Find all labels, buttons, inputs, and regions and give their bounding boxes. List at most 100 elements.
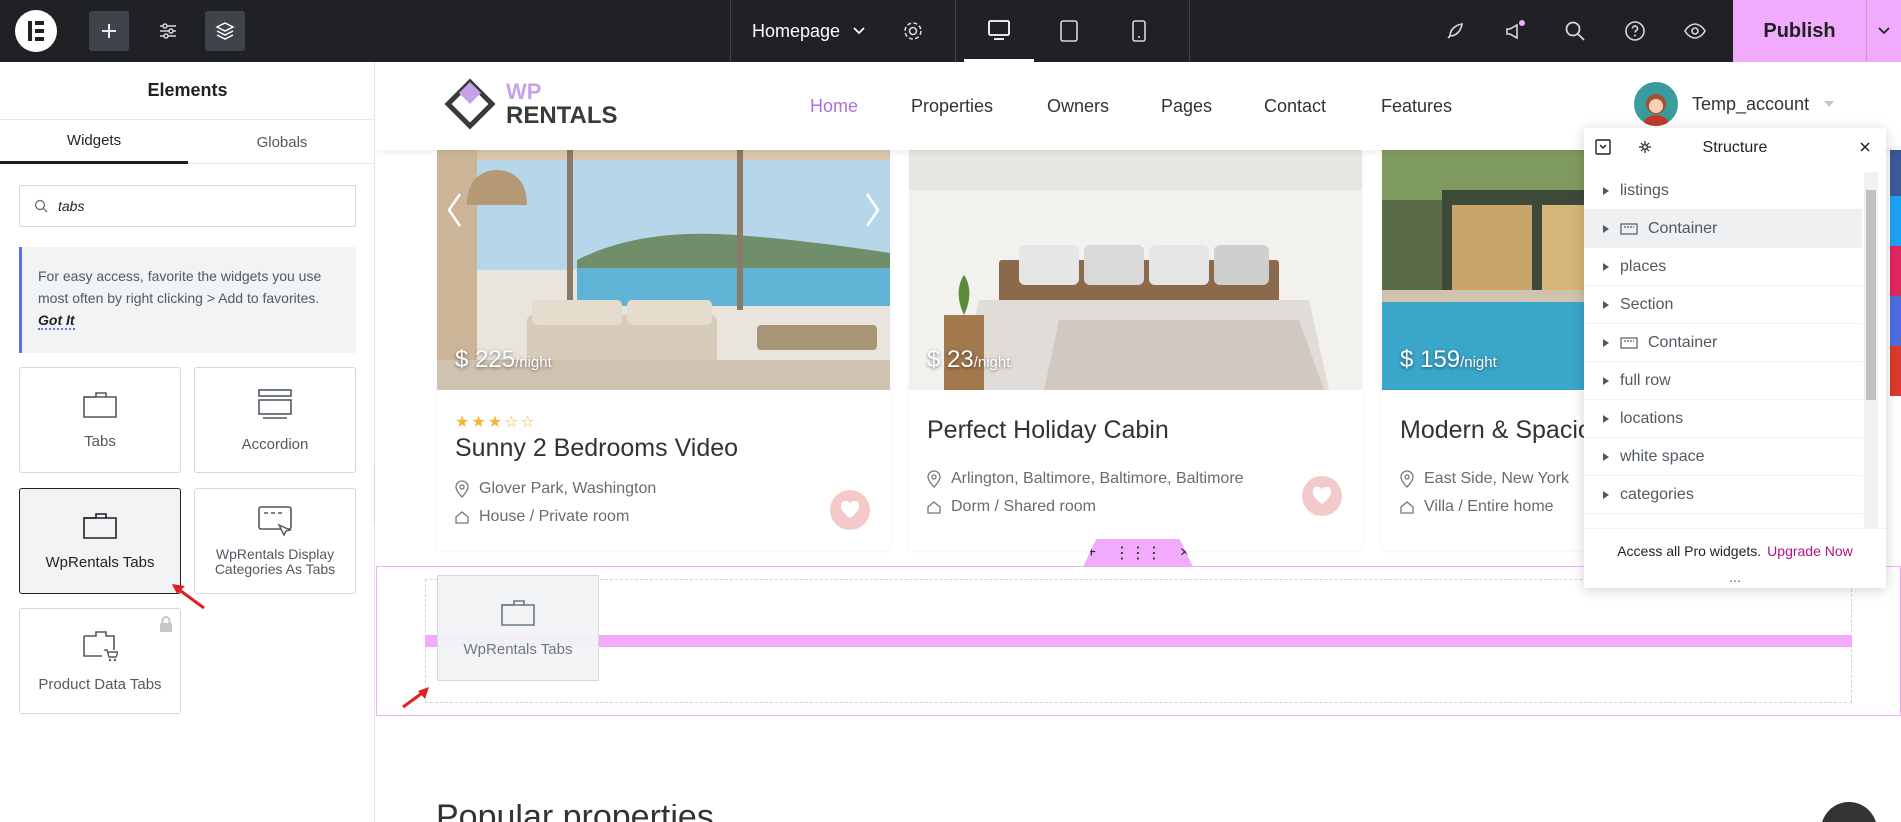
container-icon (1620, 336, 1638, 349)
property-title[interactable]: Perfect Holiday Cabin (927, 416, 1169, 445)
heart-icon (840, 501, 860, 518)
nav-pages[interactable]: Pages (1161, 62, 1212, 150)
favorite-button[interactable] (1302, 476, 1342, 516)
structure-panel: Structure listings Container places Sect… (1584, 128, 1886, 588)
tab-widgets[interactable]: Widgets (0, 120, 188, 164)
structure-item-label: Container (1648, 219, 1718, 237)
location-text: Arlington, Baltimore, Baltimore, Baltimo… (951, 470, 1244, 487)
widget-product-data-tabs[interactable]: Product Data Tabs (19, 608, 181, 714)
desktop-view-button[interactable] (964, 0, 1034, 62)
social-messenger[interactable] (1890, 296, 1901, 346)
search-icon (34, 199, 48, 213)
structure-item-section[interactable]: Section (1584, 286, 1862, 324)
social-pinterest[interactable] (1890, 246, 1901, 296)
structure-button[interactable] (205, 11, 245, 51)
publish-options-button[interactable] (1866, 0, 1901, 62)
nav-contact[interactable]: Contact (1264, 62, 1326, 150)
type-text: House / Private room (479, 508, 630, 525)
slider-prev-button[interactable] (445, 190, 465, 230)
got-it-link[interactable]: Got It (38, 312, 75, 330)
rocket-icon (1447, 23, 1463, 39)
product-tabs-icon (83, 630, 118, 661)
structure-item-full-row[interactable]: full row (1584, 362, 1862, 400)
category-tabs-icon (258, 506, 293, 537)
wprentals-logo-icon (444, 78, 496, 130)
caret-right-icon (1603, 186, 1609, 195)
help-button[interactable] (1615, 11, 1655, 51)
scrollbar-thumb[interactable] (1866, 190, 1876, 400)
location-text: Glover Park, Washington (479, 480, 657, 497)
accordion-icon (258, 388, 292, 419)
widget-accordion[interactable]: Accordion (194, 367, 356, 473)
upgrade-now-link[interactable]: Upgrade Now (1767, 543, 1853, 559)
site-logo[interactable]: WP RENTALS (444, 78, 618, 130)
caret-right-icon (1603, 224, 1609, 233)
tip-text: For easy access, favorite the widgets yo… (38, 268, 322, 306)
caret-right-icon (1603, 300, 1609, 309)
mobile-view-button[interactable] (1104, 0, 1174, 62)
widget-wprentals-category-tabs[interactable]: WpRentals Display Categories As Tabs (194, 488, 356, 594)
structure-item-container[interactable]: Container (1584, 210, 1862, 248)
layers-icon (215, 22, 235, 40)
property-title[interactable]: Sunny 2 Bedrooms Video (455, 434, 738, 463)
price-unit: /night (515, 354, 552, 371)
search-input[interactable] (58, 198, 338, 214)
structure-item-categories[interactable]: categories (1584, 476, 1862, 514)
tab-globals[interactable]: Globals (188, 120, 376, 164)
launchpad-button[interactable] (1435, 11, 1475, 51)
page-settings-button[interactable] (893, 11, 933, 51)
structure-item-white-space[interactable]: white space (1584, 438, 1862, 476)
social-twitter[interactable] (1890, 196, 1901, 246)
page-selector[interactable]: Homepage (752, 0, 866, 62)
megaphone-icon (1506, 20, 1525, 40)
drag-section-handle[interactable]: ⋮⋮⋮ (1114, 543, 1162, 563)
property-location: Glover Park, Washington (455, 480, 656, 498)
nav-owners[interactable]: Owners (1047, 62, 1109, 150)
map-pin-icon (1400, 470, 1414, 488)
elementor-logo-icon[interactable] (15, 10, 57, 52)
resize-handle[interactable]: ... (1584, 570, 1886, 588)
widget-tabs[interactable]: Tabs (19, 367, 181, 473)
widget-label: Tabs (84, 432, 116, 450)
property-card[interactable]: $ 23/night Perfect Holiday Cabin Arlingt… (909, 150, 1362, 550)
caret-right-icon (1603, 376, 1609, 385)
rating-stars: ★★★☆☆ (455, 414, 537, 431)
collapse-icon (1595, 139, 1611, 155)
slider-next-button[interactable] (862, 190, 882, 230)
publish-button[interactable]: Publish (1733, 0, 1866, 62)
preview-button[interactable] (1675, 11, 1715, 51)
house-icon (455, 511, 469, 524)
drop-target-section[interactable]: + ⋮⋮⋮ × WpRentals Tabs (376, 539, 1901, 716)
help-icon (1625, 21, 1645, 41)
widget-wprentals-tabs[interactable]: WpRentals Tabs (19, 488, 181, 594)
structure-item-locations[interactable]: locations (1584, 400, 1862, 438)
close-structure-button[interactable] (1856, 138, 1876, 158)
structure-item-listings[interactable]: listings (1584, 172, 1862, 210)
collapse-all-button[interactable] (1594, 138, 1614, 158)
nav-features[interactable]: Features (1381, 62, 1452, 150)
ai-button[interactable] (1636, 138, 1656, 158)
close-icon (1860, 142, 1870, 152)
scroll-top-button[interactable] (1821, 802, 1877, 822)
search-button[interactable] (1555, 11, 1595, 51)
plus-icon (102, 24, 116, 38)
property-card[interactable]: $ 225/night ★★★☆☆ Sunny 2 Bedrooms Video… (437, 150, 890, 550)
caret-right-icon (1603, 262, 1609, 271)
property-type: Dorm / Shared room (927, 498, 1096, 516)
tablet-view-button[interactable] (1034, 0, 1104, 62)
structure-item-container[interactable]: Container (1584, 324, 1862, 362)
nav-properties[interactable]: Properties (911, 62, 993, 150)
social-facebook[interactable] (1890, 146, 1901, 196)
mobile-icon (1132, 20, 1146, 42)
add-element-button[interactable] (89, 11, 129, 51)
account-menu[interactable]: Temp_account (1634, 82, 1835, 126)
property-photo: $ 23/night (909, 150, 1362, 390)
logo-text-bottom: RENTALS (506, 102, 618, 129)
nav-home[interactable]: Home (810, 62, 858, 150)
favorite-button[interactable] (830, 490, 870, 530)
social-email[interactable] (1890, 346, 1901, 396)
chevron-down-icon (853, 27, 865, 35)
site-settings-button[interactable] (148, 11, 188, 51)
structure-item-places[interactable]: places (1584, 248, 1862, 286)
whats-new-button[interactable] (1495, 11, 1535, 51)
